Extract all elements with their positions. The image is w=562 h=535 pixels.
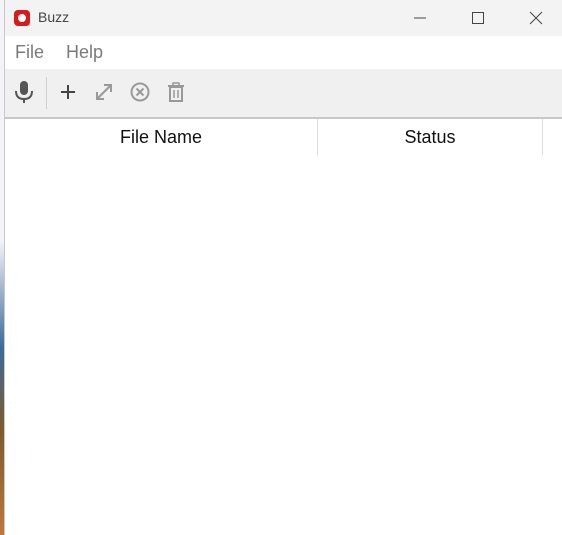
column-header-file-name[interactable]: File Name [5,119,318,155]
new-transcription-button[interactable] [55,79,81,105]
menu-file[interactable]: File [15,42,44,63]
plus-icon [61,85,75,99]
minimize-icon [414,17,426,19]
microphone-icon [15,81,33,103]
toolbar-separator [46,77,47,109]
cancel-circle-icon [130,82,150,102]
close-icon [529,11,543,25]
maximize-icon [472,12,484,24]
buzz-logo-icon [14,10,30,26]
menu-help[interactable]: Help [66,42,103,63]
close-button[interactable] [507,0,562,36]
menu-bar: File Help [5,36,562,69]
minimize-button[interactable] [391,0,449,36]
app-window: Buzz File Help File Name Status [4,0,562,535]
column-header-status[interactable]: Status [318,119,543,155]
maximize-button[interactable] [449,0,507,36]
transcription-table-body[interactable] [5,155,562,535]
title-bar: Buzz [5,0,562,36]
open-transcript-button[interactable] [91,79,117,105]
clear-history-button[interactable] [163,79,189,105]
trash-icon [168,82,184,102]
window-title: Buzz [38,9,70,25]
toolbar [5,69,562,119]
record-button[interactable] [11,79,37,105]
expand-icon [96,84,112,100]
table-header: File Name Status [5,119,562,155]
stop-transcription-button[interactable] [127,79,153,105]
